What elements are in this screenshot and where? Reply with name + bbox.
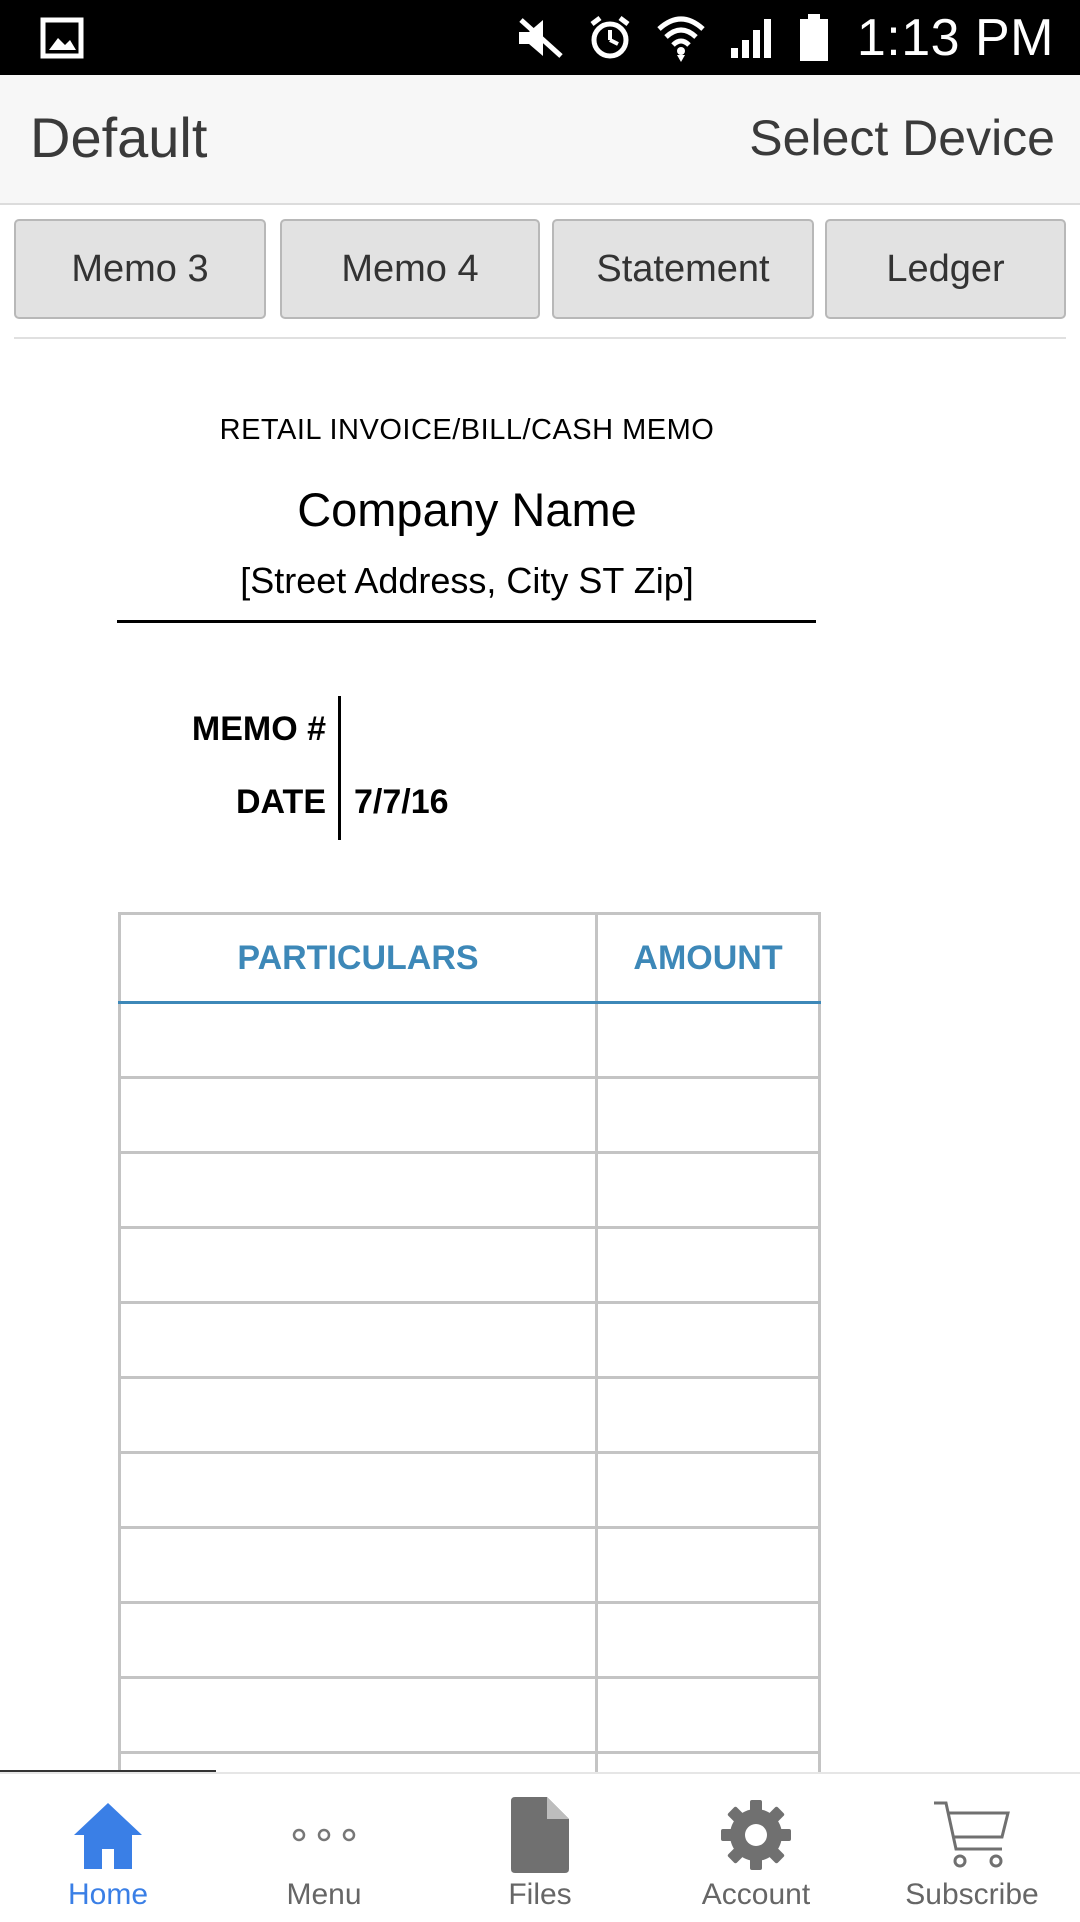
column-header-particulars: PARTICULARS xyxy=(118,912,598,1004)
amount-cell[interactable] xyxy=(595,1451,821,1529)
table-header-row: PARTICULARS AMOUNT xyxy=(118,912,821,1004)
gallery-icon xyxy=(40,17,84,64)
particulars-cell[interactable] xyxy=(118,1451,598,1529)
table-row xyxy=(118,1076,821,1154)
nav-menu-label: Menu xyxy=(286,1878,362,1911)
nav-home-label: Home xyxy=(67,1878,149,1911)
nav-files[interactable]: Files xyxy=(432,1774,648,1922)
nav-home[interactable]: Home xyxy=(0,1774,216,1922)
particulars-cell[interactable] xyxy=(118,1076,598,1154)
nav-subscribe[interactable]: Subscribe xyxy=(864,1774,1080,1922)
table-row xyxy=(118,1001,821,1079)
app-bar: Default Select Device xyxy=(0,75,1080,205)
particulars-cell[interactable] xyxy=(118,1526,598,1604)
table-row xyxy=(118,1376,821,1454)
tab-memo-3[interactable]: Memo 3 xyxy=(14,219,266,319)
amount-cell[interactable] xyxy=(595,1151,821,1229)
amount-cell[interactable] xyxy=(595,1676,821,1754)
tab-ledger[interactable]: Ledger xyxy=(825,219,1066,319)
table-row xyxy=(118,1226,821,1304)
tab-memo-4[interactable]: Memo 4 xyxy=(280,219,540,319)
table-row xyxy=(118,1301,821,1379)
nav-account[interactable]: Account xyxy=(648,1774,864,1922)
nav-files-label: Files xyxy=(508,1878,572,1911)
home-icon xyxy=(0,1792,216,1878)
memo-number-label: MEMO # xyxy=(191,710,326,748)
table-row xyxy=(118,1676,821,1754)
document-type-title: RETAIL INVOICE/BILL/CASH MEMO xyxy=(219,414,715,446)
amount-cell[interactable] xyxy=(595,1526,821,1604)
table-row xyxy=(118,1601,821,1679)
select-device-button[interactable]: Select Device xyxy=(749,109,1055,167)
clock-time: 1:13 PM xyxy=(856,8,1054,67)
cart-icon xyxy=(864,1792,1080,1878)
meta-divider xyxy=(338,696,341,840)
alarm-icon xyxy=(587,15,633,61)
company-address[interactable]: [Street Address, City ST Zip] xyxy=(118,560,816,602)
particulars-cell[interactable] xyxy=(118,1376,598,1454)
wifi-icon xyxy=(655,13,707,63)
page-title: Default xyxy=(30,106,208,169)
nav-subscribe-label: Subscribe xyxy=(905,1878,1039,1911)
file-icon xyxy=(432,1792,648,1878)
column-header-amount: AMOUNT xyxy=(595,912,821,1004)
nav-menu[interactable]: Menu xyxy=(216,1774,432,1922)
amount-cell[interactable] xyxy=(595,1001,821,1079)
particulars-cell[interactable] xyxy=(118,1301,598,1379)
amount-cell[interactable] xyxy=(595,1301,821,1379)
template-tabs: Memo 3 Memo 4 Statement Ledger xyxy=(14,219,1066,339)
status-bar: 1:13 PM xyxy=(0,0,1080,75)
items-table: PARTICULARS AMOUNT xyxy=(118,912,821,1829)
amount-cell[interactable] xyxy=(595,1226,821,1304)
particulars-cell[interactable] xyxy=(118,1676,598,1754)
company-name[interactable]: Company Name xyxy=(118,482,816,537)
amount-cell[interactable] xyxy=(595,1601,821,1679)
particulars-cell[interactable] xyxy=(118,1151,598,1229)
amount-cell[interactable] xyxy=(595,1076,821,1154)
table-row xyxy=(118,1151,821,1229)
tab-statement[interactable]: Statement xyxy=(552,219,814,319)
bottom-navigation: Home Menu Files Account Subscribe xyxy=(0,1772,1080,1920)
mute-icon xyxy=(515,16,565,60)
nav-account-label: Account xyxy=(701,1878,811,1911)
particulars-cell[interactable] xyxy=(118,1001,598,1079)
particulars-cell[interactable] xyxy=(118,1226,598,1304)
table-row xyxy=(118,1451,821,1529)
date-label: DATE xyxy=(235,783,326,821)
particulars-cell[interactable] xyxy=(118,1601,598,1679)
signal-icon xyxy=(729,16,777,60)
header-divider xyxy=(117,620,816,623)
date-value[interactable]: 7/7/16 xyxy=(354,783,449,822)
gear-icon xyxy=(648,1792,864,1878)
battery-icon xyxy=(799,13,829,62)
more-dots-icon xyxy=(216,1792,432,1878)
amount-cell[interactable] xyxy=(595,1376,821,1454)
table-row xyxy=(118,1526,821,1604)
